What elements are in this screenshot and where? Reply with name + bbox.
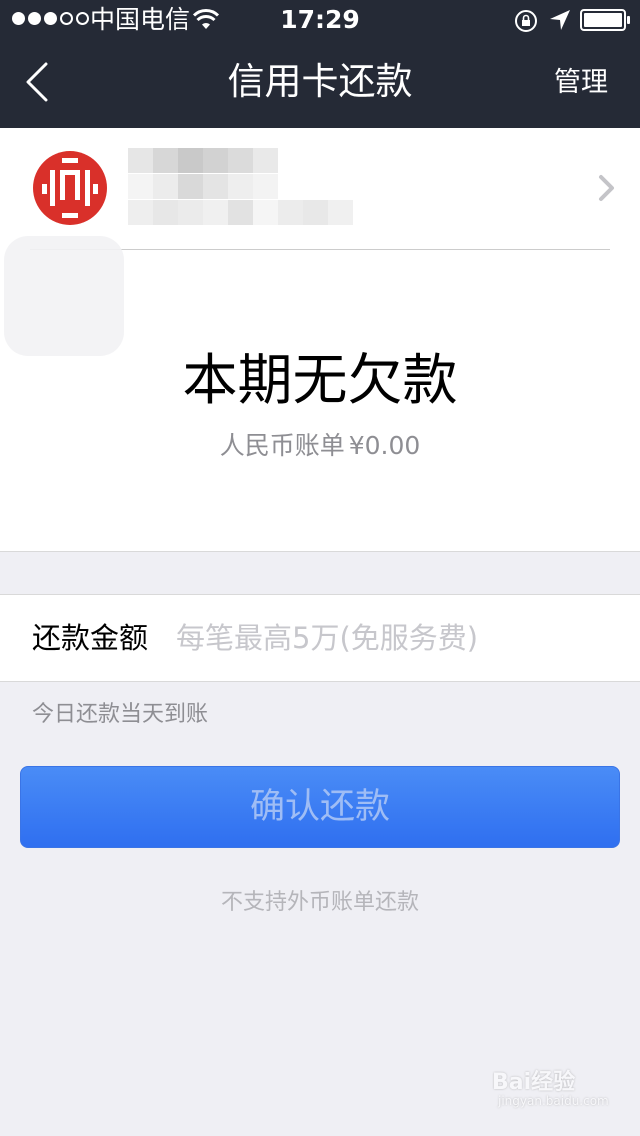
bill-summary: 人民币账单 ¥0.00 <box>0 430 640 462</box>
amount-input[interactable] <box>176 615 606 661</box>
rotation-lock-icon <box>515 10 537 32</box>
credit-card-summary: 本期无欠款 人民币账单 ¥0.00 <box>0 128 640 552</box>
navigation-bar: 信用卡还款 管理 <box>0 40 640 128</box>
manage-button[interactable]: 管理 <box>554 66 608 100</box>
foreign-currency-notice: 不支持外币账单还款 <box>220 890 419 915</box>
arrival-hint: 今日还款当天到账 <box>32 702 209 727</box>
baidu-jingyan-watermark: Bai经验 jingyan.baidu.com <box>492 1064 622 1112</box>
redacted-card-details[interactable] <box>128 148 354 228</box>
bill-label: 人民币账单 <box>219 431 345 460</box>
citic-bank-logo-icon[interactable] <box>32 150 108 226</box>
location-arrow-icon <box>550 10 570 30</box>
translucent-overlay <box>4 236 124 356</box>
bill-status-title: 本期无欠款 <box>182 348 458 412</box>
confirm-repayment-button[interactable]: 确认还款 <box>20 766 620 848</box>
battery-icon <box>580 9 630 31</box>
amount-label: 还款金额 <box>32 621 149 655</box>
top-bar: 中国电信 17:29 信用卡还款 管理 <box>0 0 640 128</box>
bill-amount: ¥0.00 <box>348 431 421 460</box>
clock: 17:29 <box>280 5 360 34</box>
repayment-amount-row: 还款金额 <box>0 594 640 682</box>
page-title: 信用卡还款 <box>227 60 413 103</box>
chevron-right-icon[interactable] <box>598 174 616 202</box>
watermark-main: Bai经验 <box>492 1070 576 1095</box>
status-bar: 中国电信 17:29 <box>0 0 640 40</box>
watermark-sub: jingyan.baidu.com <box>498 1094 609 1108</box>
